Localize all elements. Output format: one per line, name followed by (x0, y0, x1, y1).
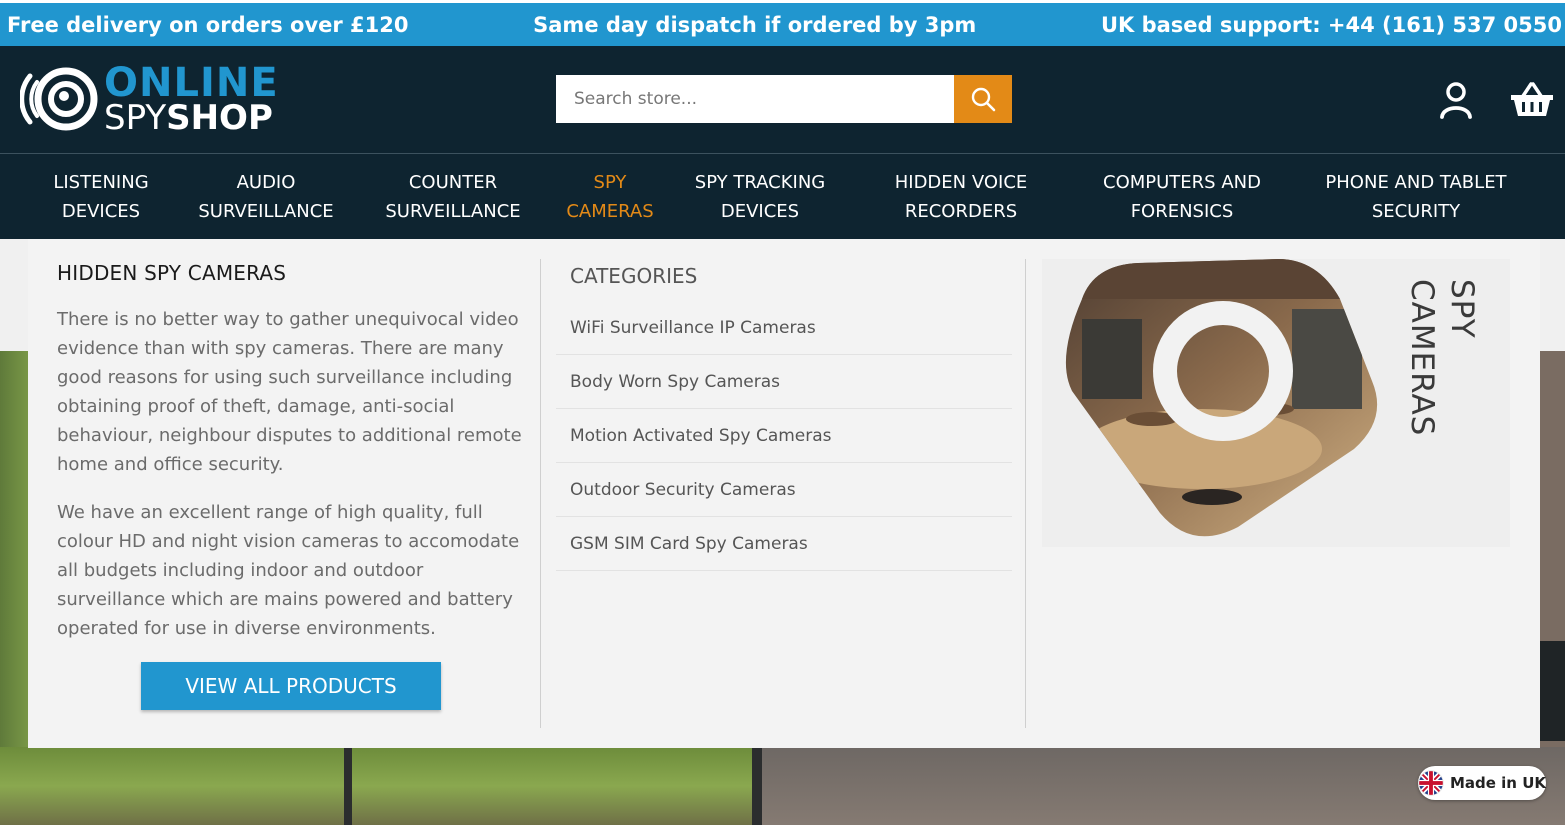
site-header: ONLINE SPYSHOP (0, 46, 1565, 153)
logo-spyshop: SPYSHOP (104, 98, 273, 138)
category-body-worn-spy-cameras[interactable]: Body Worn Spy Cameras (556, 355, 1012, 409)
mega-title: HIDDEN SPY CAMERAS (57, 261, 287, 285)
basket-icon (1511, 82, 1553, 116)
search-bar (556, 75, 1012, 123)
promo-text: SPY CAMERAS (1404, 279, 1480, 437)
promo-same-day-dispatch: Same day dispatch if ordered by 3pm (533, 12, 977, 37)
view-all-products-button[interactable]: VIEW ALL PRODUCTS (141, 662, 441, 710)
nav-listening-devices[interactable]: LISTENING DEVICES (40, 154, 162, 240)
search-button[interactable] (954, 75, 1012, 123)
mega-description: HIDDEN SPY CAMERAS There is no better wa… (57, 261, 527, 643)
nav-counter-surveillance[interactable]: COUNTER SURVEILLANCE (378, 154, 528, 240)
categories-heading: CATEGORIES (570, 264, 698, 288)
made-in-uk-label: Made in UK (1449, 774, 1546, 792)
mega-categories: CATEGORIES WiFi Surveillance IP Cameras … (556, 261, 1012, 571)
made-in-uk-badge: Made in UK (1418, 766, 1546, 800)
category-motion-activated-spy-cameras[interactable]: Motion Activated Spy Cameras (556, 409, 1012, 463)
logo-online: ONLINE (104, 60, 279, 106)
account-button[interactable] (1436, 78, 1476, 122)
nav-computers-and-forensics[interactable]: COMPUTERS AND FORENSICS (1092, 154, 1272, 240)
nav-phone-and-tablet-security[interactable]: PHONE AND TABLET SECURITY (1314, 154, 1518, 240)
search-input[interactable] (556, 75, 954, 123)
account-icon (1440, 82, 1472, 119)
main-nav: LISTENING DEVICES AUDIO SURVEILLANCE COUNT… (0, 153, 1565, 239)
category-gsm-sim-card-spy-cameras[interactable]: GSM SIM Card Spy Cameras (556, 517, 1012, 571)
eye-lens-logo-icon (20, 67, 98, 131)
nav-audio-surveillance[interactable]: AUDIO SURVEILLANCE (190, 154, 342, 240)
uk-flag-icon (1418, 770, 1444, 796)
category-wifi-surveillance-ip-cameras[interactable]: WiFi Surveillance IP Cameras (556, 301, 1012, 355)
spy-cameras-promo-image[interactable]: SPY CAMERAS (1042, 259, 1510, 547)
category-outdoor-security-cameras[interactable]: Outdoor Security Cameras (556, 463, 1012, 517)
site-logo[interactable]: ONLINE SPYSHOP (20, 62, 290, 136)
nav-spy-cameras[interactable]: SPY CAMERAS (560, 154, 660, 240)
nav-hidden-voice-recorders[interactable]: HIDDEN VOICE RECORDERS (884, 154, 1038, 240)
spy-cameras-mega-menu: HIDDEN SPY CAMERAS There is no better wa… (28, 239, 1540, 748)
search-icon (971, 87, 996, 112)
promo-uk-support: UK based support: +44 (161) 537 0550 (1100, 12, 1562, 37)
mega-paragraph-1: There is no better way to gather unequiv… (57, 309, 522, 475)
promo-free-delivery: Free delivery on orders over £120 (7, 12, 409, 37)
promo-bar: Free delivery on orders over £120 Same d… (0, 3, 1565, 46)
mega-divider (540, 259, 541, 728)
mega-divider (1025, 259, 1026, 728)
nav-spy-tracking-devices[interactable]: SPY TRACKING DEVICES (684, 154, 836, 240)
basket-button[interactable] (1508, 78, 1556, 122)
mega-paragraph-2: We have an excellent range of high quali… (57, 502, 520, 639)
